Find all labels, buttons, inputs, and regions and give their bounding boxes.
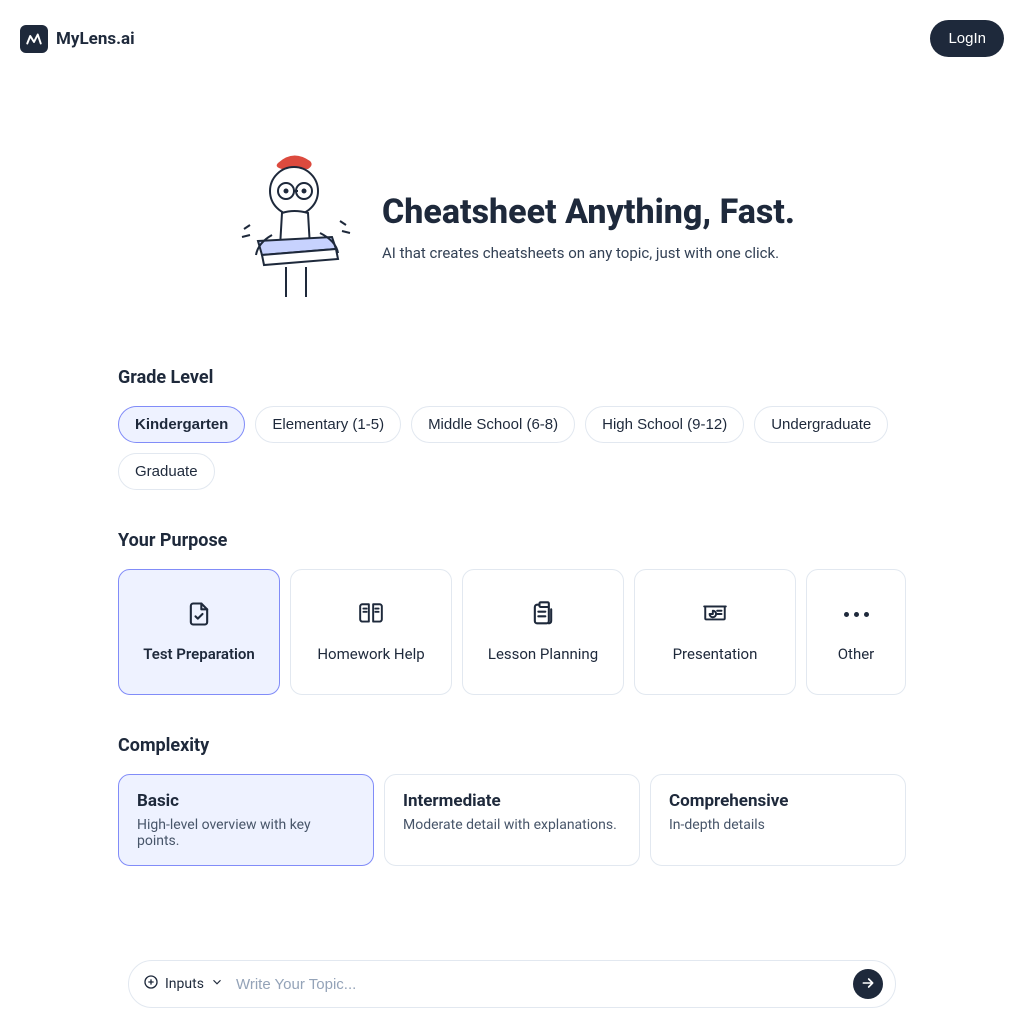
complexity-card-desc: In-depth details [669,817,887,833]
hero-text: Cheatsheet Anything, Fast. AI that creat… [382,192,795,262]
complexity-card-title: Comprehensive [669,791,887,811]
purpose-label: Test Preparation [143,645,255,663]
plus-circle-icon [143,974,159,994]
hero-illustration [228,147,358,307]
purpose-card-lesson-planning[interactable]: Lesson Planning [462,569,624,695]
complexity-options: Basic High-level overview with key point… [118,774,906,866]
purpose-title: Your Purpose [118,530,906,551]
book-open-icon [354,601,388,627]
purpose-card-presentation[interactable]: Presentation [634,569,796,695]
header: MyLens.ai LogIn [0,0,1024,77]
complexity-card-desc: Moderate detail with explanations. [403,817,621,833]
complexity-card-comprehensive[interactable]: Comprehensive In-depth details [650,774,906,866]
topic-input-bar: Inputs [128,960,896,1008]
brand-name: MyLens.ai [56,29,135,49]
hero-title: Cheatsheet Anything, Fast. [382,192,795,232]
purpose-label: Other [838,645,875,663]
main: Cheatsheet Anything, Fast. AI that creat… [118,77,906,866]
purpose-options: Test Preparation Homework Help Lesson Pl… [118,569,906,695]
complexity-card-title: Intermediate [403,791,621,811]
chevron-down-icon [210,975,224,993]
purpose-card-other[interactable]: Other [806,569,906,695]
grade-pill-kindergarten[interactable]: Kindergarten [118,406,245,443]
brand[interactable]: MyLens.ai [20,25,135,53]
topic-input[interactable] [236,976,843,993]
purpose-card-test-preparation[interactable]: Test Preparation [118,569,280,695]
presentation-icon [698,601,732,627]
complexity-card-desc: High-level overview with key points. [137,817,355,849]
hero: Cheatsheet Anything, Fast. AI that creat… [118,147,906,307]
purpose-label: Lesson Planning [488,645,598,663]
inputs-label: Inputs [165,976,204,992]
grade-pill-graduate[interactable]: Graduate [118,453,215,490]
grade-level-options: Kindergarten Elementary (1-5) Middle Sch… [118,406,906,490]
grade-pill-undergraduate[interactable]: Undergraduate [754,406,888,443]
purpose-label: Presentation [673,645,758,663]
arrow-right-icon [860,975,876,994]
inputs-dropdown[interactable]: Inputs [141,970,226,998]
purpose-card-homework-help[interactable]: Homework Help [290,569,452,695]
dots-icon [839,601,873,627]
brand-logo-icon [20,25,48,53]
grade-pill-high-school[interactable]: High School (9-12) [585,406,744,443]
grade-pill-middle-school[interactable]: Middle School (6-8) [411,406,575,443]
complexity-card-basic[interactable]: Basic High-level overview with key point… [118,774,374,866]
submit-button[interactable] [853,969,883,999]
grade-level-title: Grade Level [118,367,906,388]
purpose-label: Homework Help [317,645,424,663]
hero-subtitle: AI that creates cheatsheets on any topic… [382,244,795,262]
login-button[interactable]: LogIn [930,20,1004,57]
complexity-card-title: Basic [137,791,355,811]
grade-pill-elementary[interactable]: Elementary (1-5) [255,406,401,443]
doc-check-icon [182,601,216,627]
complexity-card-intermediate[interactable]: Intermediate Moderate detail with explan… [384,774,640,866]
complexity-title: Complexity [118,735,906,756]
clipboard-icon [526,601,560,627]
